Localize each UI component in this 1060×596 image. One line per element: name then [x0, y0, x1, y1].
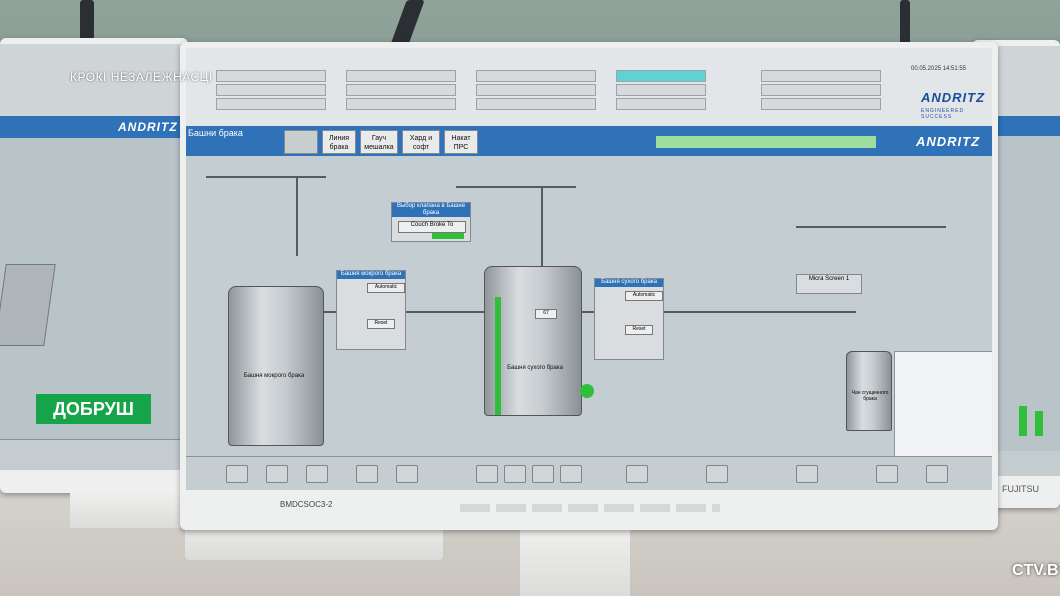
tank-dry-label: Башня сухого брака [507, 365, 563, 371]
right-green-gauge [1019, 406, 1027, 436]
menu-row-8[interactable] [476, 84, 596, 96]
dry-panel-title: Башня сухого брака [595, 279, 663, 287]
dry-level-readout: 67 [535, 309, 557, 319]
menu-row-13[interactable] [761, 70, 881, 82]
pipe-1 [206, 176, 326, 178]
tab-hard-soft[interactable]: Хард и софт [402, 130, 440, 154]
hmi-tab-bar: Башни брака Линия брака Гауч мешалка Хар… [186, 126, 992, 156]
right-monitor-brand: FUJITSU [1002, 484, 1039, 494]
menu-row-1[interactable] [216, 70, 326, 82]
broadcast-title: КРОКІ НЕЗАЛЕЖНАСЦІ [70, 70, 213, 84]
toolbar-button-2[interactable] [266, 465, 288, 483]
center-monitor-label: BMDCSOC3-2 [280, 500, 333, 509]
channel-logo: CTV.BY [1012, 562, 1060, 579]
nav-right-button[interactable] [560, 465, 582, 483]
dry-agitator-icon[interactable] [580, 384, 594, 398]
cable-right [900, 0, 910, 46]
left-equipment [0, 264, 56, 346]
nav-left-button[interactable] [476, 465, 498, 483]
menu-row-11[interactable] [616, 84, 706, 96]
toolbar-button-10[interactable] [626, 465, 648, 483]
tank-thick-label: Чан сгущенного брака [851, 390, 889, 402]
tab-line-broke[interactable]: Линия брака [322, 130, 356, 154]
hmi-tagline: ENGINEERED SUCCESS [921, 108, 965, 120]
hmi-brand-logo: ANDRITZ [921, 90, 986, 105]
monitor-control-buttons[interactable] [460, 504, 720, 512]
dry-tank-level-bar [495, 297, 501, 415]
selector-button[interactable]: Couch Broke To [398, 221, 466, 233]
hmi-menu-area: 00.05.2025 14:51:55 ANDRITZ ENGINEERED S… [186, 48, 992, 126]
menu-row-3[interactable] [216, 98, 326, 110]
valve-selector-panel: Выбор клапана в Башне брака Couch Broke … [391, 202, 471, 242]
toolbar-button-14[interactable] [926, 465, 948, 483]
selector-title: Выбор клапана в Башне брака [392, 203, 470, 217]
toolbar-button-11[interactable] [706, 465, 728, 483]
cable-left [80, 0, 94, 40]
dry-mode-button[interactable]: Automatic [625, 291, 663, 301]
micra-screen-panel[interactable]: Micra Screen 1 [796, 274, 862, 294]
nav-down-button[interactable] [532, 465, 554, 483]
menu-row-2[interactable] [216, 84, 326, 96]
menu-row-15[interactable] [761, 98, 881, 110]
left-andritz-logo: ANDRITZ [118, 120, 178, 134]
readout-strip [656, 136, 876, 148]
toolbar-button-12[interactable] [796, 465, 818, 483]
tank-wet-broke[interactable]: Башня мокрого брака [228, 286, 324, 446]
pipe-4 [541, 186, 543, 276]
menu-row-7[interactable] [476, 70, 596, 82]
toolbar-button-3[interactable] [306, 465, 328, 483]
menu-row-12[interactable] [616, 98, 706, 110]
tab-reel-prs[interactable]: Накат ПРС [444, 130, 478, 154]
wet-reset-button[interactable]: Reset [367, 319, 395, 329]
nav-up-button[interactable] [504, 465, 526, 483]
right-green-gauge-2 [1035, 411, 1043, 436]
pipe-2 [296, 176, 298, 256]
center-monitor: 00.05.2025 14:51:55 ANDRITZ ENGINEERED S… [180, 42, 998, 530]
hmi-timestamp: 00.05.2025 14:51:55 [911, 66, 967, 72]
bottom-toolbar [186, 456, 992, 490]
tank-thick-broke[interactable]: Чан сгущенного брака [846, 351, 892, 431]
location-tag: ДОБРУШ [36, 394, 151, 424]
wet-mode-button[interactable]: Automatic [367, 283, 405, 293]
tank-wet-label: Башня мокрого брака [243, 373, 305, 379]
play-button[interactable] [226, 465, 248, 483]
toolbar-button-5[interactable] [396, 465, 418, 483]
menu-row-6[interactable] [346, 98, 456, 110]
micra-screen-title: Micra Screen 1 [808, 276, 850, 282]
pipe-3 [456, 186, 576, 188]
toolbar-button-13[interactable] [876, 465, 898, 483]
tab-bar-logo: ANDRITZ [916, 134, 981, 149]
menu-row-5[interactable] [346, 84, 456, 96]
wet-panel-title: Башня мокрого брака [337, 271, 405, 279]
menu-row-4[interactable] [346, 70, 456, 82]
tank-dry-broke[interactable]: 67 Башня сухого брака [484, 266, 582, 416]
tab-active[interactable] [284, 130, 318, 154]
section-title: Башни брака [188, 128, 243, 138]
selector-green-indicator [432, 233, 464, 239]
dry-reset-button[interactable]: Reset [625, 325, 653, 335]
center-monitor-stand [520, 520, 630, 596]
pipe-5 [796, 226, 946, 228]
menu-row-10[interactable] [616, 70, 706, 82]
menu-row-14[interactable] [761, 84, 881, 96]
trend-window[interactable] [894, 351, 992, 458]
dry-tower-panel: Башня сухого брака Automatic Reset [594, 278, 664, 360]
left-monitor-stand [70, 488, 180, 528]
menu-row-9[interactable] [476, 98, 596, 110]
wet-tower-panel: Башня мокрого брака Automatic Reset [336, 270, 406, 350]
left-monitor: ANDRITZ [0, 38, 188, 493]
left-toolbar [0, 439, 182, 470]
center-monitor-screen: 00.05.2025 14:51:55 ANDRITZ ENGINEERED S… [186, 48, 992, 490]
toolbar-button-4[interactable] [356, 465, 378, 483]
tab-couch-mixer[interactable]: Гауч мешалка [360, 130, 398, 154]
process-diagram: Башня мокрого брака Выбор клапана в Башн… [186, 156, 992, 458]
